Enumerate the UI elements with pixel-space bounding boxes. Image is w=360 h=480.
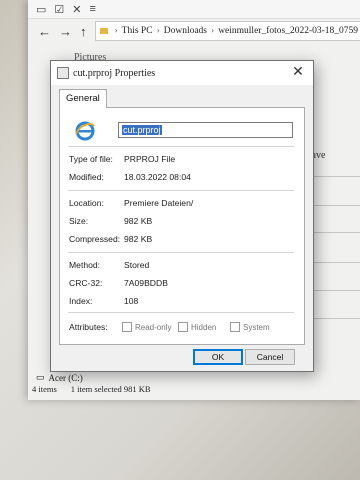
selection-info: 1 item selected 981 KB	[70, 384, 151, 394]
method-value: Stored	[124, 260, 150, 270]
close-button[interactable]: ✕	[289, 64, 307, 81]
readonly-checkbox[interactable]: Read-only	[122, 322, 171, 332]
index-value: 108	[124, 296, 139, 306]
system-label: System	[243, 322, 270, 332]
size-row: Size: 982 KB	[69, 216, 152, 226]
size-label: Size:	[69, 216, 89, 226]
properties-dialog: cut.prproj Properties ✕ General cut.prpr…	[50, 60, 314, 372]
attributes-label: Attributes:	[69, 322, 108, 332]
checkbox-box	[230, 322, 240, 332]
status-bar: 4 items 1 item selected 981 KB	[32, 384, 151, 394]
location-value: Premiere Dateien/	[124, 198, 194, 208]
compressed-row: Compressed: 982 KB	[69, 234, 152, 244]
method-label: Method:	[69, 260, 101, 270]
crc-value: 7A09BDDB	[124, 278, 168, 288]
hidden-checkbox[interactable]: Hidden	[178, 322, 216, 332]
modified-value: 18.03.2022 08:04	[124, 172, 191, 182]
type-row: Type of file: PRPROJ File	[69, 154, 175, 164]
tab-general[interactable]: General	[59, 89, 107, 108]
dialog-titlebar[interactable]: cut.prproj Properties ✕	[51, 61, 313, 85]
location-label: Location:	[69, 198, 104, 208]
dialog-icon	[57, 67, 69, 79]
window-icon[interactable]: ▭	[36, 3, 46, 16]
breadcrumb-separator: ›	[211, 26, 215, 36]
type-label: Type of file:	[69, 154, 113, 164]
dialog-title: cut.prproj Properties	[73, 67, 156, 79]
list-divider	[306, 318, 360, 319]
drive-label: Acer (C:)	[48, 372, 83, 383]
location-row: Location: Premiere Dateien/	[69, 198, 193, 208]
drive-icon: ▭	[36, 372, 45, 382]
ok-button[interactable]: OK	[193, 349, 243, 365]
modified-row: Modified: 18.03.2022 08:04	[69, 172, 191, 182]
compressed-value: 982 KB	[124, 234, 153, 244]
breadcrumb-separator: ›	[156, 26, 160, 36]
breadcrumb-item[interactable]: Downloads	[164, 26, 207, 36]
general-panel: cut.prproj Type of file: PRPROJ File Mod…	[59, 107, 305, 345]
method-row: Method: Stored	[69, 260, 149, 270]
list-divider	[306, 205, 360, 206]
breadcrumb-separator: ›	[114, 26, 118, 36]
type-value: PRPROJ File	[124, 154, 176, 164]
attributes-row: Attributes:	[69, 322, 124, 332]
folder-icon	[99, 28, 108, 34]
divider	[68, 146, 294, 147]
divider	[68, 190, 294, 191]
list-divider	[306, 290, 360, 291]
divider	[68, 252, 294, 253]
crc-label: CRC-32:	[69, 278, 103, 288]
up-button[interactable]: ↑	[80, 24, 87, 39]
list-divider	[306, 232, 360, 233]
breadcrumb-item[interactable]: This PC	[122, 26, 153, 36]
nav-pane-drive[interactable]: ▭ Acer (C:)	[36, 372, 83, 383]
checkbox-box	[122, 322, 132, 332]
divider	[68, 312, 294, 313]
index-row: Index: 108	[69, 296, 138, 306]
breadcrumb-item[interactable]: weinmuller_fotos_2022-03-18_0759	[218, 26, 358, 36]
rename-icon[interactable]: ≡	[90, 3, 96, 15]
close-x-icon[interactable]: ✕	[72, 3, 81, 16]
readonly-label: Read-only	[135, 322, 172, 332]
address-bar[interactable]: › This PC › Downloads › weinmuller_fotos…	[94, 21, 360, 41]
list-divider	[306, 262, 360, 263]
filename-text: cut.prproj	[122, 125, 162, 135]
cancel-button[interactable]: Cancel	[245, 349, 295, 365]
list-divider	[306, 176, 360, 177]
modified-label: Modified:	[69, 172, 104, 182]
ie-file-icon	[75, 121, 95, 141]
compressed-label: Compressed:	[69, 234, 121, 244]
quick-access-toolbar: ▭ ☑ ✕ ≡	[28, 0, 360, 19]
navigation-row: ← → ↑ › This PC › Downloads › weinmuller…	[28, 20, 360, 42]
forward-button[interactable]: →	[59, 24, 72, 39]
hidden-label: Hidden	[191, 322, 217, 332]
crc-row: CRC-32: 7A09BDDB	[69, 278, 168, 288]
checkbox-icon[interactable]: ☑	[54, 3, 64, 16]
system-checkbox[interactable]: System	[230, 322, 270, 332]
checkbox-box	[178, 322, 188, 332]
index-label: Index:	[69, 296, 93, 306]
filename-field[interactable]: cut.prproj	[118, 122, 293, 138]
size-value: 982 KB	[124, 216, 153, 226]
item-count: 4 items	[32, 384, 57, 394]
back-button[interactable]: ←	[38, 24, 51, 39]
